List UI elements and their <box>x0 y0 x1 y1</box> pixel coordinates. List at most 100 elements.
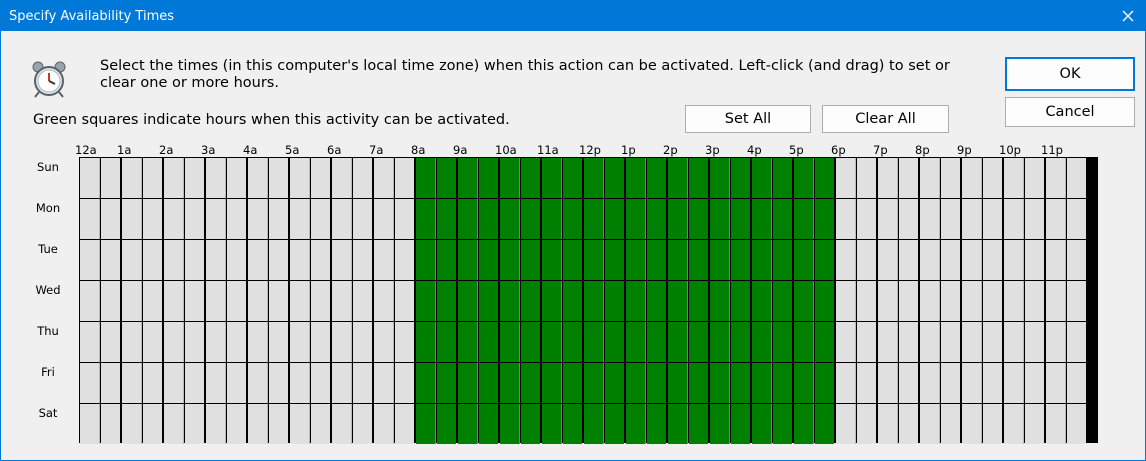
hour-cell[interactable] <box>794 240 814 280</box>
hour-cell[interactable] <box>206 158 226 198</box>
hour-cell[interactable] <box>815 240 834 280</box>
hour-cell[interactable] <box>290 404 310 444</box>
hour-cell[interactable] <box>374 199 394 239</box>
cancel-button[interactable]: Cancel <box>1005 97 1135 127</box>
hour-cell[interactable] <box>185 322 204 362</box>
hour-cell[interactable] <box>752 322 772 362</box>
hour-cell[interactable] <box>185 240 204 280</box>
hour-cell[interactable] <box>794 322 814 362</box>
hour-cell[interactable] <box>164 158 184 198</box>
hour-cell[interactable] <box>584 404 604 444</box>
hour-cell[interactable] <box>857 158 876 198</box>
hour-cell[interactable] <box>941 240 960 280</box>
hour-cell[interactable] <box>185 363 204 403</box>
hour-cell[interactable] <box>1025 363 1044 403</box>
hour-cell[interactable] <box>521 281 540 321</box>
hour-cell[interactable] <box>353 363 372 403</box>
hour-cell[interactable] <box>563 240 582 280</box>
hour-cell[interactable] <box>269 240 288 280</box>
hour-cell[interactable] <box>227 199 246 239</box>
hour-cell[interactable] <box>626 158 646 198</box>
hour-cell[interactable] <box>227 404 246 444</box>
hour-cell[interactable] <box>710 281 730 321</box>
hour-cell[interactable] <box>731 322 750 362</box>
hour-cell[interactable] <box>857 322 876 362</box>
hour-cell[interactable] <box>626 240 646 280</box>
hour-cell[interactable] <box>1046 199 1066 239</box>
hour-cell[interactable] <box>353 404 372 444</box>
hour-cell[interactable] <box>626 363 646 403</box>
hour-cell[interactable] <box>962 158 982 198</box>
hour-cell[interactable] <box>983 158 1002 198</box>
hour-cell[interactable] <box>584 199 604 239</box>
hour-cell[interactable] <box>710 322 730 362</box>
hour-cell[interactable] <box>731 281 750 321</box>
hour-cell[interactable] <box>437 281 456 321</box>
hour-cell[interactable] <box>521 404 540 444</box>
hour-cell[interactable] <box>1067 363 1086 403</box>
hour-cell[interactable] <box>311 322 330 362</box>
hour-cell[interactable] <box>899 158 918 198</box>
hour-cell[interactable] <box>332 281 352 321</box>
hour-cell[interactable] <box>227 322 246 362</box>
hour-cell[interactable] <box>1046 322 1066 362</box>
hour-cell[interactable] <box>311 281 330 321</box>
hour-cell[interactable] <box>815 281 834 321</box>
hour-cell[interactable] <box>500 240 520 280</box>
hour-cell[interactable] <box>878 363 898 403</box>
hour-cell[interactable] <box>899 240 918 280</box>
hour-cell[interactable] <box>1067 158 1086 198</box>
hour-cell[interactable] <box>122 240 142 280</box>
hour-cell[interactable] <box>605 404 624 444</box>
hour-cell[interactable] <box>290 363 310 403</box>
hour-cell[interactable] <box>920 240 940 280</box>
hour-cell[interactable] <box>857 199 876 239</box>
hour-cell[interactable] <box>647 322 666 362</box>
hour-cell[interactable] <box>647 240 666 280</box>
hour-cell[interactable] <box>878 158 898 198</box>
hour-cell[interactable] <box>332 199 352 239</box>
hour-cell[interactable] <box>521 199 540 239</box>
hour-cell[interactable] <box>290 199 310 239</box>
hour-cell[interactable] <box>521 322 540 362</box>
hour-cell[interactable] <box>773 158 792 198</box>
hour-cell[interactable] <box>773 240 792 280</box>
hour-cell[interactable] <box>374 281 394 321</box>
hour-cell[interactable] <box>1004 404 1024 444</box>
hour-cell[interactable] <box>458 404 478 444</box>
hour-cell[interactable] <box>479 281 498 321</box>
hour-cell[interactable] <box>878 322 898 362</box>
hour-cell[interactable] <box>1004 240 1024 280</box>
hour-cell[interactable] <box>668 158 688 198</box>
hour-cell[interactable] <box>143 199 162 239</box>
hour-cell[interactable] <box>458 322 478 362</box>
hour-cell[interactable] <box>605 158 624 198</box>
hour-cell[interactable] <box>1025 240 1044 280</box>
hour-cell[interactable] <box>647 404 666 444</box>
hour-cell[interactable] <box>1046 363 1066 403</box>
hour-cell[interactable] <box>164 281 184 321</box>
hour-cell[interactable] <box>920 199 940 239</box>
hour-cell[interactable] <box>1004 158 1024 198</box>
hour-cell[interactable] <box>248 322 268 362</box>
hour-cell[interactable] <box>458 199 478 239</box>
hour-cell[interactable] <box>122 199 142 239</box>
hour-cell[interactable] <box>878 281 898 321</box>
hour-cell[interactable] <box>773 322 792 362</box>
hour-cell[interactable] <box>122 322 142 362</box>
hour-cell[interactable] <box>836 322 856 362</box>
hour-cell[interactable] <box>962 199 982 239</box>
hour-cell[interactable] <box>731 363 750 403</box>
hour-cell[interactable] <box>563 281 582 321</box>
hour-cell[interactable] <box>437 199 456 239</box>
hour-cell[interactable] <box>899 322 918 362</box>
hour-cell[interactable] <box>374 404 394 444</box>
hour-cell[interactable] <box>206 240 226 280</box>
hour-cell[interactable] <box>1067 322 1086 362</box>
hour-cell[interactable] <box>542 363 562 403</box>
hour-cell[interactable] <box>689 240 708 280</box>
hour-cell[interactable] <box>416 404 436 444</box>
hour-cell[interactable] <box>353 158 372 198</box>
hour-cell[interactable] <box>815 199 834 239</box>
hour-cell[interactable] <box>1025 158 1044 198</box>
